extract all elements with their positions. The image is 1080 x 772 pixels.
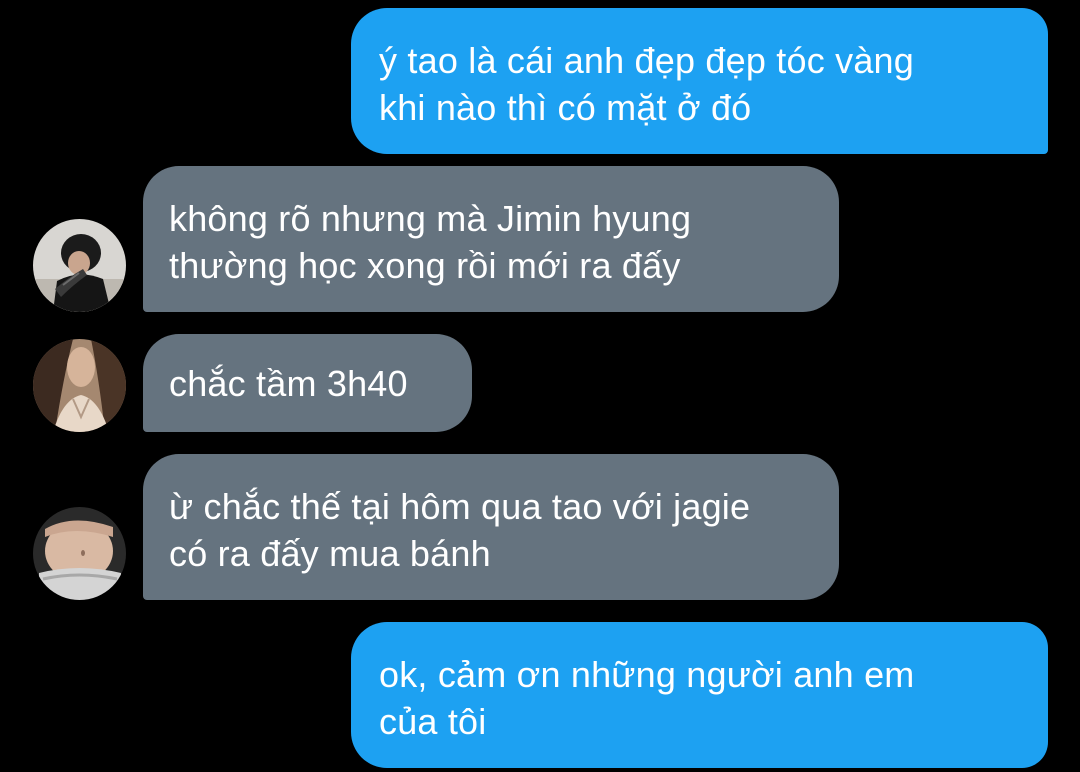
message-line: thường học xong rồi mới ra đấy <box>169 245 681 286</box>
message-line: có ra đấy mua bánh <box>169 533 491 574</box>
incoming-message-bubble[interactable]: ừ chắc thế tại hôm qua tao với jagie có … <box>143 454 839 600</box>
outgoing-message-bubble[interactable]: ok, cảm ơn những người anh em của tôi <box>351 622 1048 768</box>
message-line: không rõ nhưng mà Jimin hyung <box>169 198 692 239</box>
incoming-message-bubble[interactable]: chắc tầm 3h40 <box>143 334 472 432</box>
message-line: ok, cảm ơn những người anh em <box>379 654 915 695</box>
message-line: khi nào thì có mặt ở đó <box>379 87 752 128</box>
avatar-girl-hair-icon <box>33 339 126 432</box>
avatar[interactable] <box>33 507 126 600</box>
avatar-torso-icon <box>33 507 126 600</box>
message-line: ý tao là cái anh đẹp đẹp tóc vàng <box>379 40 914 81</box>
incoming-message-bubble[interactable]: không rõ nhưng mà Jimin hyung thường học… <box>143 166 839 312</box>
avatar[interactable] <box>33 339 126 432</box>
chat-thread: ý tao là cái anh đẹp đẹp tóc vàng khi nà… <box>0 0 1080 772</box>
avatar[interactable] <box>33 219 126 312</box>
message-line: của tôi <box>379 701 487 742</box>
message-line: ừ chắc thế tại hôm qua tao với jagie <box>169 486 751 527</box>
outgoing-message-bubble[interactable]: ý tao là cái anh đẹp đẹp tóc vàng khi nà… <box>351 8 1048 154</box>
message-line: chắc tầm 3h40 <box>169 363 408 404</box>
avatar-boy-tattoo-icon <box>33 219 126 312</box>
